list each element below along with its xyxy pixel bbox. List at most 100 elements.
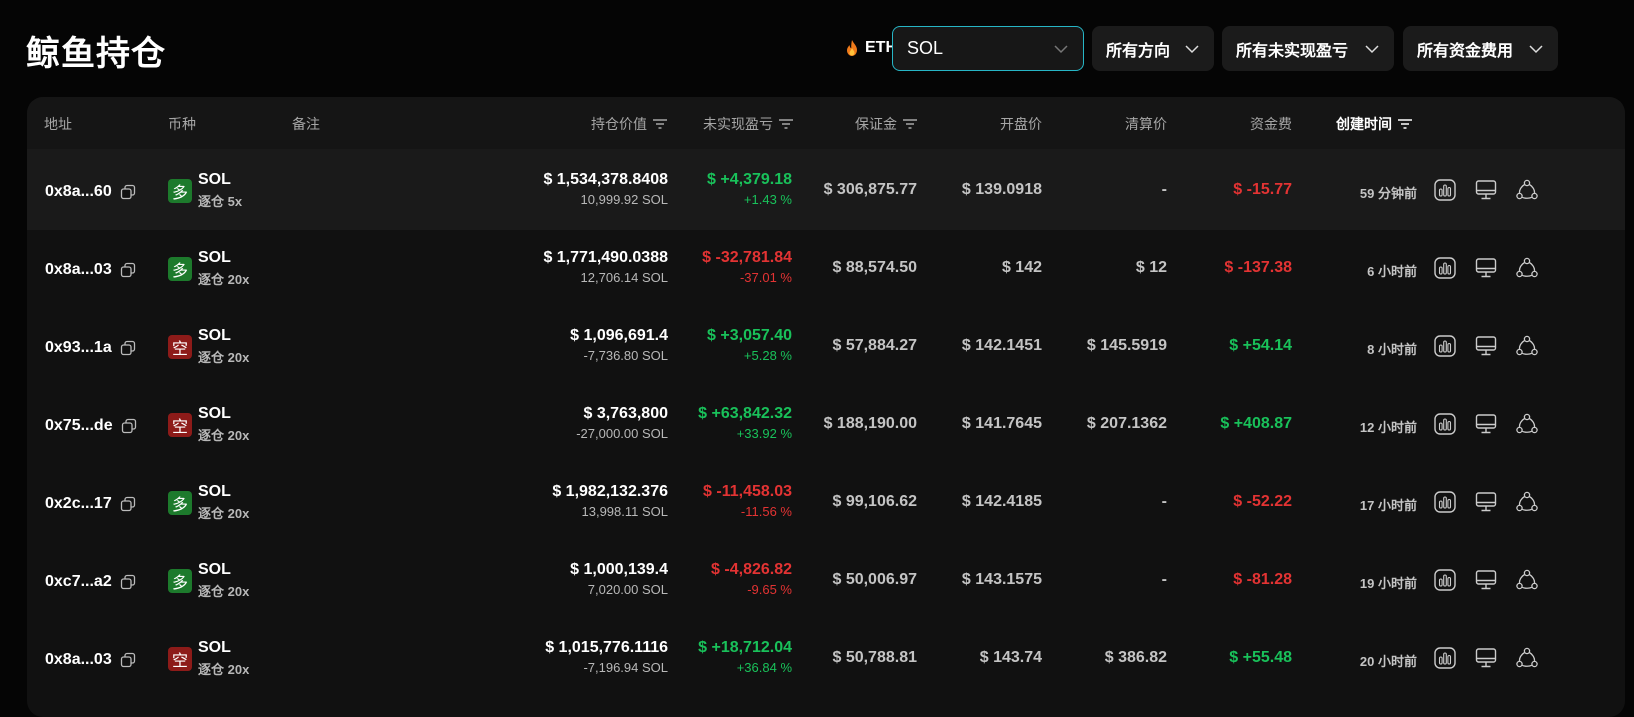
monitor-icon[interactable] <box>1474 568 1498 592</box>
chart-bars-icon[interactable] <box>1433 412 1457 436</box>
share-nodes-icon[interactable] <box>1515 646 1539 670</box>
created-time-cell: 6 小时前 <box>1367 264 1417 279</box>
table-row[interactable]: 0x2c...17 多 SOL 逐仓 20x $ 1,982,132.376 1… <box>27 461 1625 542</box>
chart-bars-icon[interactable] <box>1433 646 1457 670</box>
copy-icon[interactable] <box>120 262 136 278</box>
page-header: 鲸鱼持仓 ETH SOL 所有方向 所有未实现盈亏 所有资金费用 <box>0 0 1634 90</box>
address-text[interactable]: 0xc7...a2 <box>45 573 112 591</box>
col-margin[interactable]: 保证金 <box>855 114 917 134</box>
col-position-value[interactable]: 持仓价值 <box>591 114 667 134</box>
col-created-time-label: 创建时间 <box>1336 116 1392 132</box>
share-nodes-icon[interactable] <box>1515 178 1539 202</box>
unrealized-pnl-pct: +33.92 % <box>736 426 792 441</box>
margin-cell: $ 306,875.77 <box>823 181 917 198</box>
address-text[interactable]: 0x8a...60 <box>45 183 112 201</box>
position-value: $ 1,000,139.4 <box>570 561 668 578</box>
address-text[interactable]: 0x93...1a <box>45 339 112 357</box>
monitor-icon[interactable] <box>1474 490 1498 514</box>
chevron-down-icon <box>1365 44 1379 53</box>
chart-bars-icon[interactable] <box>1433 256 1457 280</box>
unrealized-pnl: $ +3,057.40 <box>707 327 792 344</box>
table-row[interactable]: 0x75...de 空 SOL 逐仓 20x $ 3,763,800 -27,0… <box>27 383 1625 464</box>
copy-icon[interactable] <box>120 340 136 356</box>
copy-icon[interactable] <box>120 574 136 590</box>
unrealized-pnl-pct: +1.43 % <box>743 192 792 207</box>
open-price-cell: $ 143.1575 <box>961 571 1042 588</box>
address-text[interactable]: 0x8a...03 <box>45 261 112 279</box>
chart-bars-icon[interactable] <box>1433 178 1457 202</box>
monitor-icon[interactable] <box>1474 412 1498 436</box>
margin-cell: $ 99,106.62 <box>832 493 917 510</box>
col-created-time[interactable]: 创建时间 <box>1336 114 1412 134</box>
table-row[interactable]: 0xc7...a2 多 SOL 逐仓 20x $ 1,000,139.4 7,0… <box>27 539 1625 620</box>
copy-icon[interactable] <box>120 496 136 512</box>
position-value-cell: $ 1,096,691.4 -7,736.80 SOL <box>570 327 668 363</box>
table-row[interactable]: 0x8a...60 多 SOL 逐仓 5x $ 1,534,378.8408 1… <box>27 149 1625 230</box>
coin-symbol: SOL <box>198 405 231 422</box>
monitor-icon[interactable] <box>1474 334 1498 358</box>
unrealized-pnl-pct: +36.84 % <box>736 660 792 675</box>
table-row[interactable]: 0x8a...03 空 SOL 逐仓 20x $ 1,015,776.1116 … <box>27 617 1625 698</box>
monitor-icon[interactable] <box>1474 646 1498 670</box>
col-position-value-label: 持仓价值 <box>591 116 647 132</box>
address-cell: 0xc7...a2 <box>45 573 136 591</box>
side-badge: 多 <box>168 179 192 203</box>
position-value: $ 1,015,776.1116 <box>545 639 668 656</box>
monitor-icon[interactable] <box>1474 256 1498 280</box>
copy-icon[interactable] <box>120 184 136 200</box>
address-cell: 0x93...1a <box>45 339 136 357</box>
col-funding: 资金费 <box>1250 116 1292 132</box>
coin-select[interactable]: SOL <box>892 26 1084 71</box>
leverage-text: 逐仓 20x <box>198 272 250 287</box>
unrealized-pnl: $ -4,826.82 <box>711 561 792 578</box>
copy-icon[interactable] <box>120 652 136 668</box>
side-badge: 空 <box>168 413 192 437</box>
position-value-cell: $ 3,763,800 -27,000.00 SOL <box>576 405 668 441</box>
chart-bars-icon[interactable] <box>1433 490 1457 514</box>
position-value: $ 1,982,132.376 <box>552 483 668 500</box>
share-nodes-icon[interactable] <box>1515 412 1539 436</box>
funding-cell: $ +54.14 <box>1229 337 1292 354</box>
coin-cell: SOL 逐仓 20x <box>198 561 249 600</box>
position-size: -7,196.94 SOL <box>583 660 668 675</box>
address-text[interactable]: 0x2c...17 <box>45 495 112 513</box>
direction-filter[interactable]: 所有方向 <box>1092 26 1214 71</box>
monitor-icon[interactable] <box>1474 178 1498 202</box>
open-price-cell: $ 141.7645 <box>961 415 1042 432</box>
position-value-cell: $ 1,534,378.8408 10,999.92 SOL <box>543 171 668 207</box>
col-unrealized-pnl[interactable]: 未实现盈亏 <box>703 114 793 134</box>
coin-cell: SOL 逐仓 20x <box>198 249 249 288</box>
funding-cell: $ -81.28 <box>1233 571 1292 588</box>
created-time-cell: 17 小时前 <box>1359 498 1417 513</box>
funding-filter[interactable]: 所有资金费用 <box>1403 26 1558 71</box>
address-cell: 0x8a...03 <box>45 651 136 669</box>
address-text[interactable]: 0x8a...03 <box>45 651 112 669</box>
address-text[interactable]: 0x75...de <box>45 417 113 435</box>
share-nodes-icon[interactable] <box>1515 256 1539 280</box>
share-nodes-icon[interactable] <box>1515 334 1539 358</box>
table-row[interactable]: 0x93...1a 空 SOL 逐仓 20x $ 1,096,691.4 -7,… <box>27 305 1625 386</box>
sort-icon <box>903 119 917 129</box>
copy-icon[interactable] <box>121 418 137 434</box>
sort-icon <box>653 119 667 129</box>
share-nodes-icon[interactable] <box>1515 568 1539 592</box>
open-price-cell: $ 139.0918 <box>961 181 1042 198</box>
open-price-cell: $ 142.1451 <box>961 337 1042 354</box>
leverage-text: 逐仓 20x <box>198 662 250 677</box>
liq-price-cell: - <box>1161 493 1167 510</box>
position-size: -7,736.80 SOL <box>583 348 668 363</box>
chevron-down-icon <box>1529 44 1543 53</box>
share-nodes-icon[interactable] <box>1515 490 1539 514</box>
unrealized-pnl-pct: -9.65 % <box>747 582 792 597</box>
chart-bars-icon[interactable] <box>1433 568 1457 592</box>
position-value-cell: $ 1,982,132.376 13,998.11 SOL <box>552 483 668 519</box>
direction-filter-label: 所有方向 <box>1106 42 1171 60</box>
pnl-filter[interactable]: 所有未实现盈亏 <box>1222 26 1394 71</box>
table-row[interactable]: 0x8a...03 多 SOL 逐仓 20x $ 1,771,490.0388 … <box>27 227 1625 308</box>
flame-icon <box>847 40 857 56</box>
eth-quick-filter[interactable]: ETH <box>845 34 897 62</box>
pnl-cell: $ -32,781.84 -37.01 % <box>702 249 792 285</box>
chart-bars-icon[interactable] <box>1433 334 1457 358</box>
col-liq-price: 清算价 <box>1125 116 1167 132</box>
pnl-cell: $ -11,458.03 -11.56 % <box>703 483 792 519</box>
